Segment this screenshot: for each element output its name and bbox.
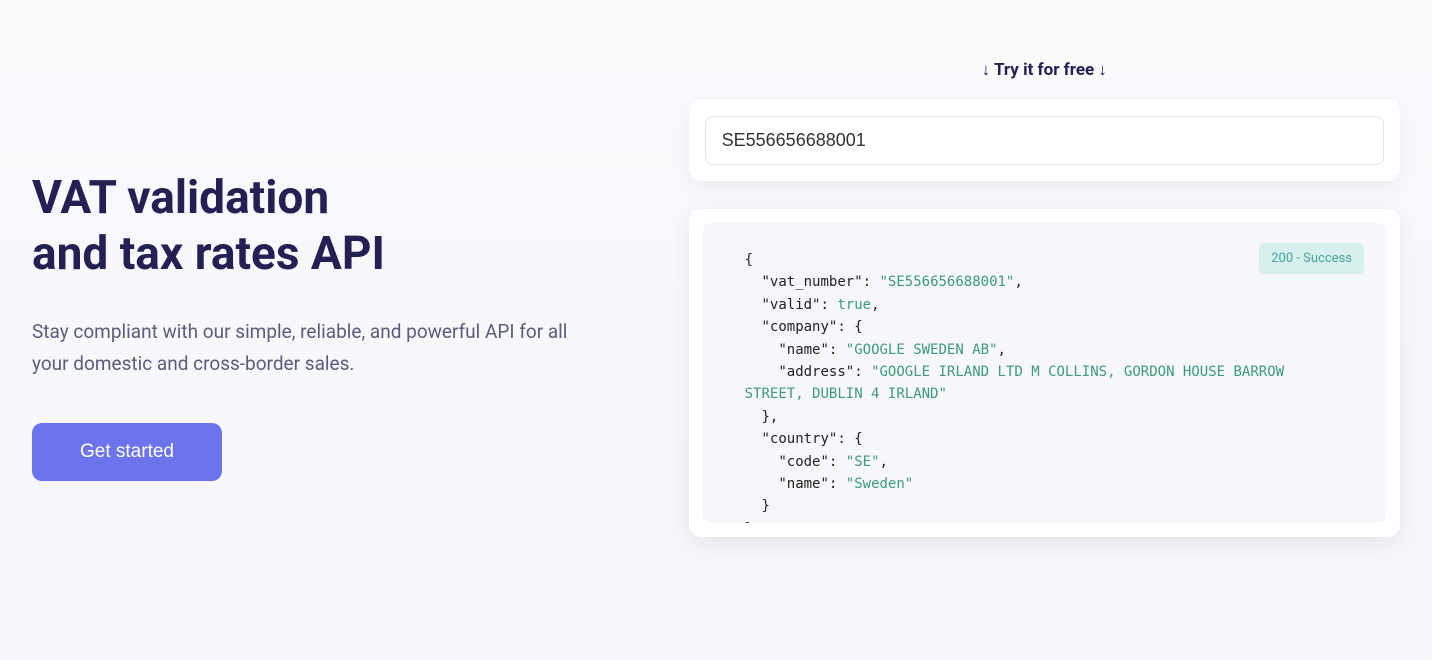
get-started-button[interactable]: Get started: [32, 423, 222, 481]
try-it-label: ↓ Try it for free ↓: [982, 60, 1107, 80]
response-card: 200 - Success { "vat_number": "SE5566566…: [689, 209, 1400, 537]
hero-subtitle: Stay compliant with our simple, reliable…: [32, 316, 592, 379]
response-json: { "vat_number": "SE556656688001", "valid…: [745, 249, 1344, 523]
hero-headline-line1: VAT validation: [32, 171, 329, 225]
hero-headline: VAT validation and tax rates API: [32, 170, 689, 282]
demo-panel: ↓ Try it for free ↓ 200 - Success { "vat…: [689, 60, 1400, 620]
hero-headline-line2: and tax rates API: [32, 227, 385, 281]
status-badge: 200 - Success: [1259, 243, 1364, 274]
hero-left: VAT validation and tax rates API Stay co…: [32, 60, 689, 620]
vat-number-input[interactable]: [705, 116, 1384, 165]
vat-input-card: [689, 100, 1400, 181]
response-scroll-area[interactable]: 200 - Success { "vat_number": "SE5566566…: [703, 223, 1386, 523]
hero-container: VAT validation and tax rates API Stay co…: [0, 0, 1432, 660]
